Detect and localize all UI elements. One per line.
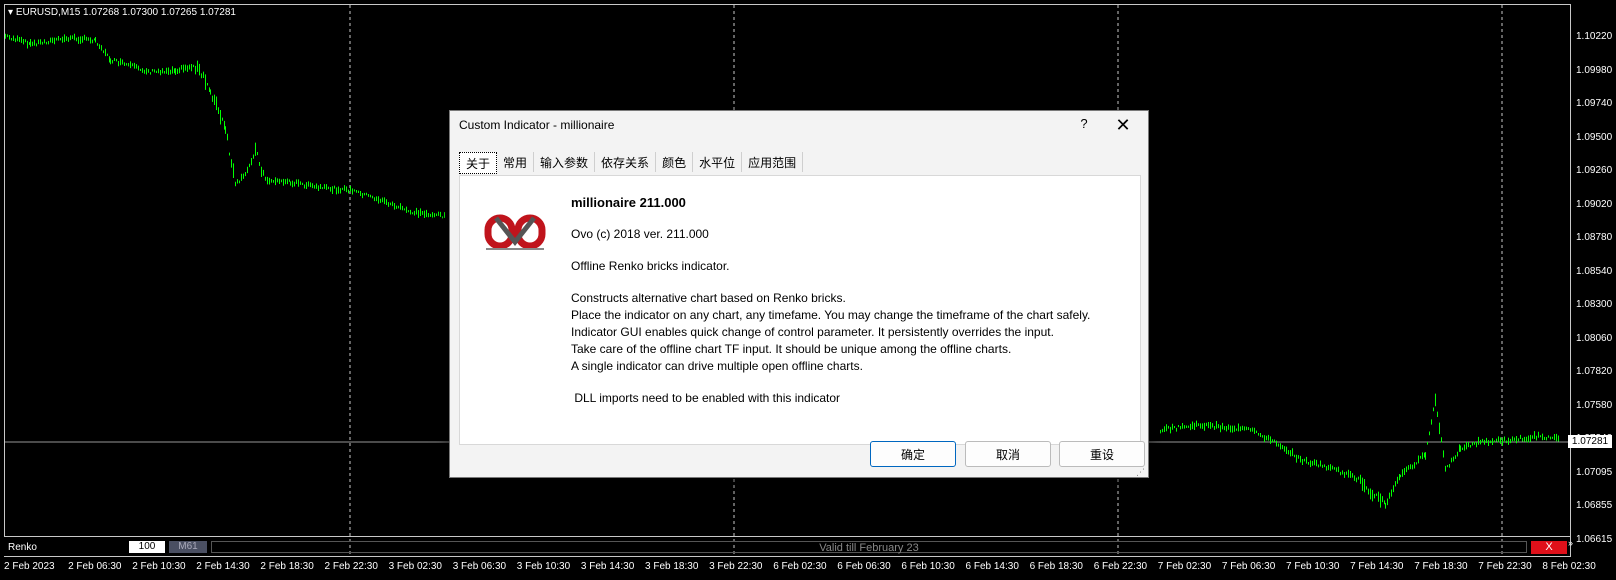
about-panel: millionaire 211.000 Ovo (c) 2018 ver. 21…	[459, 175, 1141, 445]
tab-inputs[interactable]: 输入参数	[534, 152, 596, 172]
time-tick: 6 Feb 14:30	[965, 561, 1019, 572]
symbol-info: ▾ EURUSD,M15 1.07268 1.07300 1.07265 1.0…	[8, 7, 236, 18]
time-tick: 6 Feb 10:30	[901, 561, 955, 572]
time-tick: 3 Feb 18:30	[645, 561, 699, 572]
time-tick: 2 Feb 18:30	[260, 561, 314, 572]
custom-indicator-dialog: Custom Indicator - millionaire ? ✕ 关于 常用…	[449, 110, 1149, 478]
time-tick: 2 Feb 2023	[4, 561, 55, 572]
indicator-info: millionaire 211.000 Ovo (c) 2018 ver. 21…	[571, 194, 1131, 407]
price-tick: 1.10220	[1576, 31, 1613, 42]
price-tick: 1.08300	[1576, 299, 1613, 310]
time-tick: 6 Feb 02:30	[773, 561, 827, 572]
time-tick: 7 Feb 18:30	[1414, 561, 1468, 572]
help-button[interactable]: ?	[1074, 116, 1094, 134]
validity-bar: Valid till February 23	[211, 541, 1527, 554]
indicator-name: millionaire 211.000	[571, 195, 686, 210]
time-tick: 6 Feb 18:30	[1029, 561, 1083, 572]
time-tick: 2 Feb 06:30	[68, 561, 122, 572]
price-tick: 1.06615	[1576, 533, 1613, 545]
time-tick: 3 Feb 14:30	[580, 561, 635, 572]
time-tick: 6 Feb 22:30	[1093, 561, 1148, 572]
time-tick: 3 Feb 06:30	[452, 561, 507, 572]
time-tick: 6 Feb 06:30	[837, 561, 891, 572]
time-tick: 3 Feb 02:30	[388, 561, 442, 572]
price-tick: 1.09500	[1576, 131, 1613, 143]
time-tick: 2 Feb 10:30	[132, 561, 186, 572]
tab-about[interactable]: 关于	[459, 152, 498, 174]
price-tick: 1.09260	[1576, 165, 1613, 176]
price-tick: 1.08780	[1576, 232, 1613, 243]
time-tick: 2 Feb 14:30	[196, 561, 250, 572]
price-tick: 1.09020	[1576, 198, 1613, 210]
price-tick: 1.07820	[1576, 366, 1613, 377]
time-tick: 7 Feb 02:30	[1157, 561, 1212, 572]
time-tick: 8 Feb 02:30	[1542, 561, 1596, 572]
symbol-line: EURUSD,M15 1.07268 1.07300 1.07265 1.072…	[15, 7, 236, 18]
indicator-copyright: Ovo (c) 2018 ver. 211.000	[571, 227, 709, 241]
dll-note: DLL imports need to be enabled with this…	[571, 391, 841, 405]
brick-size-input[interactable]: 100	[129, 541, 165, 553]
current-price-badge: 1.07281	[1568, 435, 1612, 448]
tab-visualization[interactable]: 应用范围	[742, 152, 804, 172]
renko-close-button[interactable]: X	[1531, 541, 1567, 554]
timeframe-badge[interactable]: M61	[169, 541, 207, 553]
description-line: Indicator GUI enables quick change of co…	[571, 325, 1054, 339]
double-chevron-icon[interactable]: »	[1568, 538, 1573, 548]
time-tick: 7 Feb 06:30	[1221, 561, 1276, 572]
resize-grip-icon[interactable]: ⋰	[1136, 467, 1145, 478]
price-tick: 1.08540	[1576, 265, 1613, 277]
description-line: Take care of the offline chart TF input.…	[571, 342, 1012, 356]
tab-dependencies[interactable]: 依存关系	[595, 152, 657, 172]
description-line: A single indicator can drive multiple op…	[571, 359, 863, 373]
price-tick: 1.06855	[1576, 500, 1613, 511]
price-tick: 1.07095	[1576, 466, 1613, 478]
time-tick: 2 Feb 22:30	[324, 561, 378, 572]
close-button[interactable]: ✕	[1112, 114, 1134, 136]
ok-button[interactable]: 确定	[870, 441, 956, 467]
price-tick: 1.09740	[1576, 98, 1613, 109]
price-tick: 1.09980	[1576, 64, 1613, 76]
time-tick: 3 Feb 22:30	[709, 561, 763, 572]
tab-common[interactable]: 常用	[497, 152, 535, 172]
description-line: Place the indicator on any chart, any ti…	[571, 308, 1091, 322]
cancel-button[interactable]: 取消	[965, 441, 1051, 467]
reset-button[interactable]: 重设	[1059, 441, 1145, 467]
time-tick: 7 Feb 10:30	[1286, 561, 1340, 572]
tab-levels[interactable]: 水平位	[693, 152, 743, 172]
time-tick: 7 Feb 22:30	[1478, 561, 1532, 572]
description-line: Constructs alternative chart based on Re…	[571, 291, 846, 305]
dialog-title: Custom Indicator - millionaire	[459, 118, 615, 132]
ovo-logo-icon	[484, 214, 546, 250]
time-tick: 3 Feb 10:30	[516, 561, 571, 572]
indicator-description: Constructs alternative chart based on Re…	[571, 290, 1131, 375]
tab-colors[interactable]: 颜色	[656, 152, 694, 172]
tab-bar: 关于 常用 输入参数 依存关系 颜色 水平位 应用范围	[459, 152, 804, 174]
time-tick: 7 Feb 14:30	[1350, 561, 1404, 572]
renko-toolbar: Renko 100 M61 Valid till February 23 X	[5, 540, 1567, 556]
indicator-summary: Offline Renko bricks indicator.	[571, 259, 730, 273]
renko-label: Renko	[8, 542, 37, 553]
price-tick: 1.07580	[1576, 399, 1613, 411]
price-tick: 1.08060	[1576, 332, 1613, 344]
